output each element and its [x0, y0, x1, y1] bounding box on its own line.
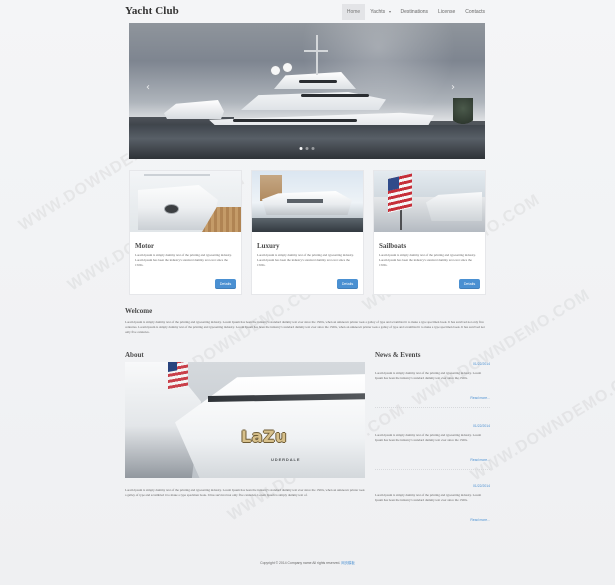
news-divider	[375, 469, 490, 470]
main-navigation: Home Yachts Destinations License Contact…	[341, 4, 490, 20]
news-date: 01/22/2014	[473, 362, 490, 366]
hero-tree	[453, 98, 473, 128]
motor-image-porthole	[164, 204, 179, 214]
news-text: Lorem Ipsum is simply dummy text of the …	[375, 493, 482, 502]
read-more-link[interactable]: Read more...	[470, 458, 490, 462]
site-header: Yacht Club Home Yachts Destinations Lice…	[125, 3, 490, 21]
nav-contacts[interactable]: Contacts	[460, 4, 490, 20]
chevron-down-icon	[388, 10, 391, 13]
card-title: Motor	[135, 242, 155, 250]
hero-radar-dome	[271, 66, 280, 75]
watermark-text: WWW.DOWNDEMO.COM	[468, 361, 615, 485]
news-text: Lorem Ipsum is simply dummy text of the …	[375, 371, 482, 380]
card-text: Lorem Ipsum is simply dummy text of the …	[257, 253, 354, 267]
card-motor: Motor Lorem Ipsum is simply dummy text o…	[130, 171, 241, 294]
news-item: 01/22/2014 Lorem Ipsum is simply dummy t…	[375, 362, 490, 416]
sailboats-image-flag-canton	[388, 176, 399, 191]
site-footer: Copyright © 2014 Company name All rights…	[0, 560, 615, 565]
card-text: Lorem Ipsum is simply dummy text of the …	[379, 253, 476, 267]
news-item: 01/22/2014 Lorem Ipsum is simply dummy t…	[375, 424, 490, 478]
about-image-main-hull	[175, 374, 365, 478]
feature-cards: Motor Lorem Ipsum is simply dummy text o…	[130, 171, 485, 294]
footer-copyright: Copyright © 2014 Company name All rights…	[260, 561, 341, 565]
hero-window-strip	[233, 119, 357, 122]
about-image: LaZu UDERDALE	[125, 362, 365, 478]
read-more-link[interactable]: Read more...	[470, 396, 490, 400]
card-sailboats-image	[374, 171, 485, 232]
details-button[interactable]: Details	[215, 279, 236, 289]
hero-window-strip	[301, 94, 369, 97]
site-logo[interactable]: Yacht Club	[125, 5, 179, 17]
chevron-left-icon[interactable]: ‹	[144, 82, 152, 94]
nav-home[interactable]: Home	[341, 4, 366, 20]
about-heading: About	[125, 351, 144, 359]
footer-template-link[interactable]: 网页模板	[341, 561, 355, 565]
card-title: Sailboats	[379, 242, 407, 250]
news-item: 01/22/2014 Lorem Ipsum is simply dummy t…	[375, 484, 490, 538]
card-sailboats: Sailboats Lorem Ipsum is simply dummy te…	[374, 171, 485, 294]
hero-carousel[interactable]: KTIMER | KAZAN ‹ ›	[129, 23, 485, 159]
nav-yachts-label: Yachts	[370, 9, 386, 15]
news-heading: News & Events	[375, 351, 421, 359]
hero-mast-crossbar	[304, 50, 328, 52]
hero-mast	[316, 35, 318, 75]
hero-water	[129, 125, 485, 159]
news-divider	[375, 407, 490, 408]
news-text: Lorem Ipsum is simply dummy text of the …	[375, 433, 482, 442]
card-luxury: Luxury Lorem Ipsum is simply dummy text …	[252, 171, 363, 294]
card-luxury-image	[252, 171, 363, 232]
nav-license[interactable]: License	[433, 4, 460, 20]
news-date: 01/22/2014	[473, 424, 490, 428]
luxury-image-water	[252, 218, 363, 232]
carousel-indicators	[299, 147, 315, 150]
motor-image-rail	[144, 174, 210, 176]
carousel-dot[interactable]	[305, 147, 309, 150]
welcome-heading: Welcome	[125, 307, 153, 315]
news-date: 01/22/2014	[473, 484, 490, 488]
about-image-flag-canton	[168, 362, 177, 372]
carousel-dot[interactable]	[299, 147, 303, 150]
card-title: Luxury	[257, 242, 280, 250]
nav-yachts[interactable]: Yachts	[365, 4, 395, 20]
welcome-text: Lorem Ipsum is simply dummy text of the …	[125, 320, 485, 334]
hero-radar-dome	[283, 63, 292, 72]
about-image-boat-port: UDERDALE	[271, 457, 301, 462]
carousel-dot[interactable]	[311, 147, 315, 150]
chevron-right-icon[interactable]: ›	[449, 82, 457, 94]
nav-destinations[interactable]: Destinations	[396, 4, 434, 20]
details-button[interactable]: Details	[337, 279, 358, 289]
about-text: Lorem Ipsum is simply dummy text of the …	[125, 488, 365, 497]
luxury-image-boat	[262, 191, 352, 215]
page: WWW.DOWNDEMO.COM WWW.DOWNDEMO.COM WWW.DO…	[0, 0, 615, 585]
hero-window-strip	[299, 80, 337, 83]
read-more-link[interactable]: Read more...	[470, 518, 490, 522]
details-button[interactable]: Details	[459, 279, 480, 289]
about-image-boat-name: LaZu	[241, 427, 287, 446]
luxury-image-window	[287, 199, 323, 203]
card-text: Lorem Ipsum is simply dummy text of the …	[135, 253, 232, 267]
card-motor-image	[130, 171, 241, 232]
